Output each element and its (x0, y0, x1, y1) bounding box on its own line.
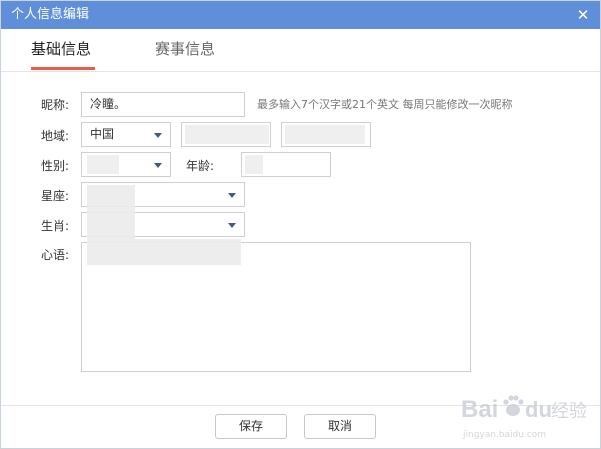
nickname-input[interactable]: 冷瞳。 (81, 92, 245, 117)
active-tab-indicator (31, 67, 95, 70)
redacted-city (285, 125, 365, 144)
cancel-button[interactable]: 取消 (304, 414, 376, 439)
watermark-brand2: du (525, 397, 552, 422)
chevron-down-icon (228, 193, 236, 198)
age-label: 年龄: (186, 159, 215, 173)
nickname-label: 昵称: (41, 98, 70, 112)
zodiac-label: 生肖: (41, 219, 70, 233)
region-label: 地域: (41, 129, 70, 143)
chevron-down-icon (154, 133, 162, 138)
redacted-constellation-zodiac (87, 185, 135, 239)
profile-edit-dialog: 个人信息编辑 ✕ 基础信息 赛事信息 昵称: 冷瞳。 最多输入7个汉字或21个英… (0, 0, 601, 449)
chevron-down-icon (154, 163, 162, 168)
redacted-age (245, 155, 263, 174)
watermark-brand: Bai (461, 396, 498, 423)
motto-label: 心语: (41, 248, 70, 262)
tab-event-info[interactable]: 赛事信息 (155, 39, 215, 59)
constellation-label: 星座: (41, 189, 70, 203)
watermark-tag: 经验 (551, 401, 587, 422)
country-value: 中国 (90, 127, 115, 141)
baidu-watermark: Bai du 经验 jingyan.baidu.com (461, 395, 587, 440)
tab-basic-info[interactable]: 基础信息 (31, 39, 91, 59)
redacted-gender (87, 155, 119, 174)
redacted-province (185, 125, 269, 144)
tab-bar: 基础信息 赛事信息 (1, 29, 600, 72)
redacted-motto (87, 239, 241, 265)
gender-label: 性别: (41, 159, 70, 173)
nickname-hint: 最多输入7个汉字或21个英文 每周只能修改一次昵称 (257, 98, 513, 111)
country-select[interactable]: 中国 (81, 122, 171, 147)
watermark-site: jingyan.baidu.com (462, 430, 546, 440)
dialog-title: 个人信息编辑 (11, 7, 90, 22)
save-button[interactable]: 保存 (215, 414, 287, 439)
paw-icon (503, 395, 524, 416)
close-icon[interactable]: ✕ (574, 6, 592, 24)
chevron-down-icon (228, 223, 236, 228)
dialog-titlebar: 个人信息编辑 ✕ (1, 1, 600, 29)
